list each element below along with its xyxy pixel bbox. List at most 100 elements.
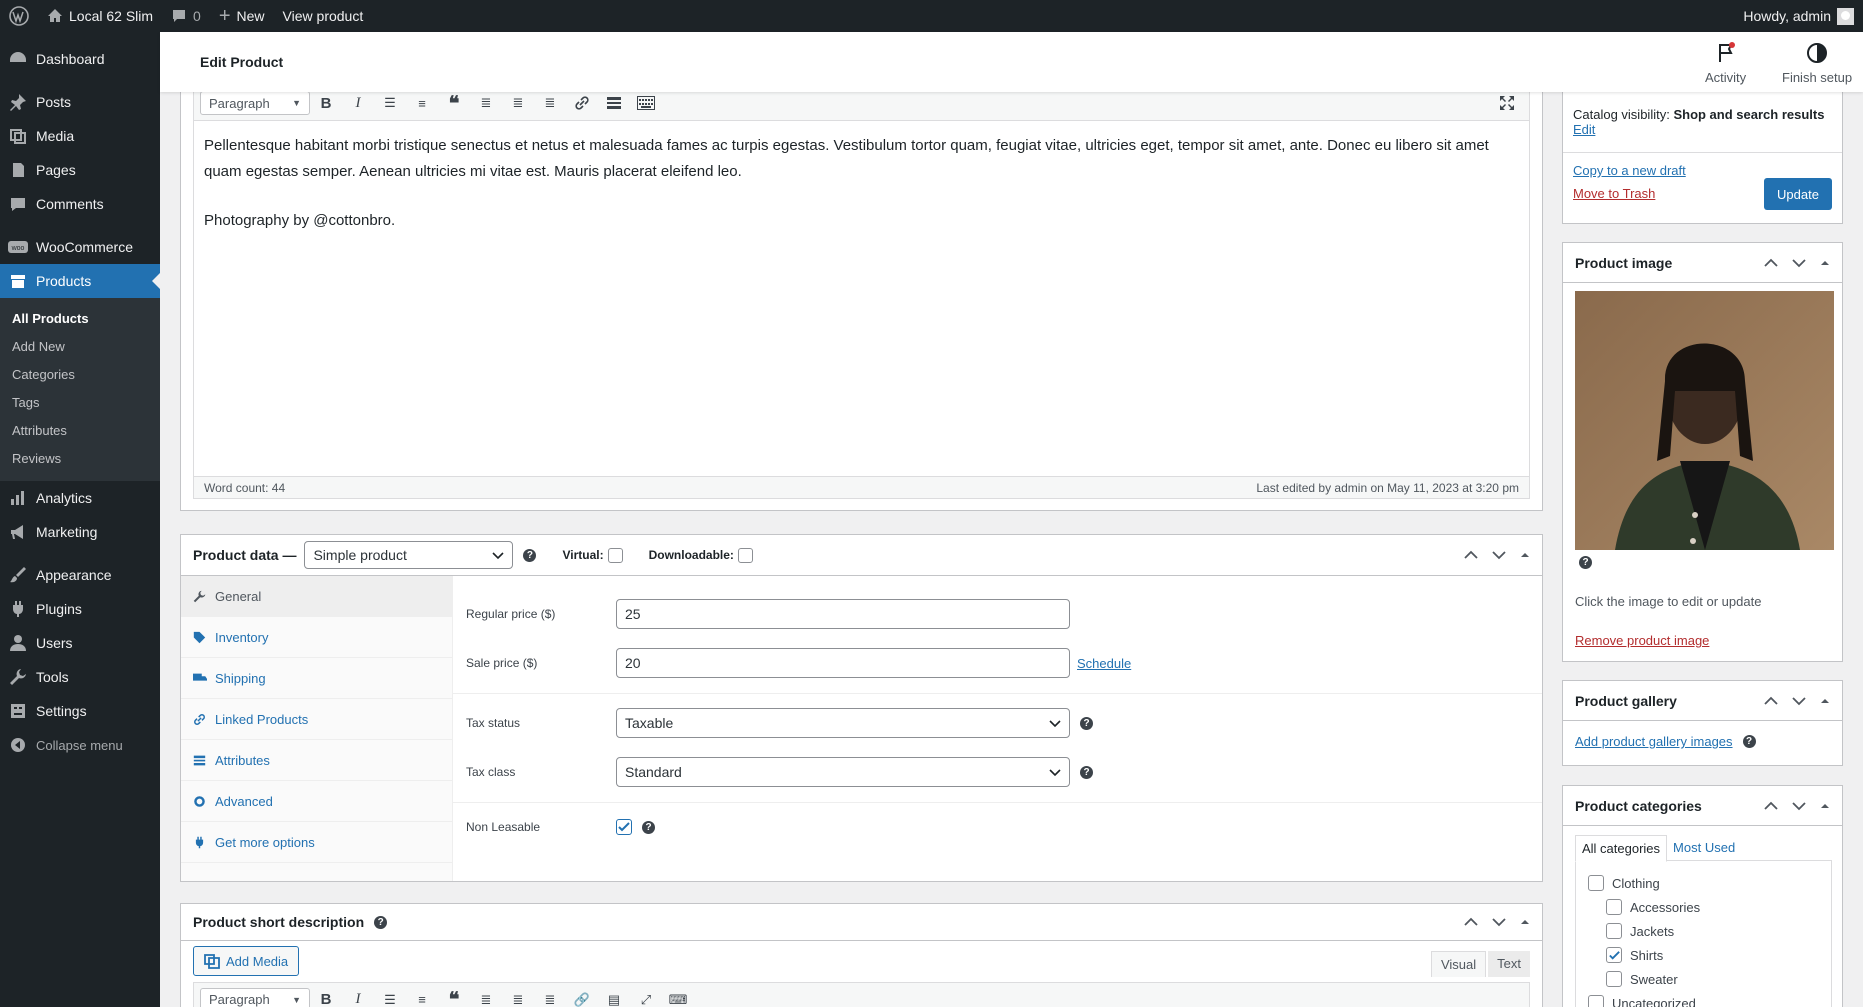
chevron-down-icon[interactable]	[1792, 255, 1806, 271]
schedule-link[interactable]: Schedule	[1077, 656, 1131, 671]
tax-status-select[interactable]: Taxable	[616, 708, 1070, 738]
menu-analytics[interactable]: Analytics	[0, 481, 160, 515]
add-gallery-images-link[interactable]: Add product gallery images	[1575, 734, 1733, 749]
non-leasable-checkbox[interactable]	[616, 819, 632, 835]
downloadable-checkbox[interactable]	[737, 547, 753, 563]
fullscreen-icon[interactable]	[1491, 95, 1523, 111]
tab-advanced[interactable]: Advanced	[181, 781, 452, 822]
triangle-up-icon[interactable]	[1520, 914, 1530, 930]
tab-attributes[interactable]: Attributes	[181, 740, 452, 781]
virtual-checkbox[interactable]	[607, 547, 623, 563]
activity-button[interactable]: Activity	[1705, 41, 1746, 85]
category-item[interactable]: Shirts	[1588, 943, 1821, 967]
category-checkbox[interactable]	[1606, 923, 1622, 939]
italic-icon[interactable]: I	[342, 95, 374, 112]
tab-all-categories[interactable]: All categories	[1575, 835, 1668, 862]
text-tab[interactable]: Text	[1488, 951, 1530, 977]
tab-linked-products[interactable]: Linked Products	[181, 699, 452, 740]
category-item[interactable]: Clothing	[1588, 871, 1821, 895]
chevron-down-icon[interactable]	[1492, 914, 1506, 930]
link-icon[interactable]	[566, 95, 598, 111]
new-content-link[interactable]: + New	[210, 0, 274, 32]
comments-link[interactable]: 0	[162, 0, 210, 32]
category-item[interactable]: Sweater	[1588, 967, 1821, 991]
tax-class-select[interactable]: Standard	[616, 757, 1070, 787]
align-left-icon[interactable]: ≣	[470, 992, 502, 1007]
menu-appearance[interactable]: Appearance	[0, 558, 160, 592]
bullet-list-icon[interactable]: ☰	[374, 992, 406, 1007]
category-checkbox[interactable]	[1588, 995, 1604, 1007]
chevron-down-icon[interactable]	[1492, 547, 1506, 563]
menu-users[interactable]: Users	[0, 626, 160, 660]
product-image[interactable]	[1575, 291, 1834, 550]
read-more-icon[interactable]: ▤	[598, 992, 630, 1007]
blockquote-icon[interactable]: ❝	[438, 91, 470, 116]
menu-tools[interactable]: Tools	[0, 660, 160, 694]
chevron-up-icon[interactable]	[1764, 255, 1778, 271]
align-right-icon[interactable]: ≣	[534, 95, 566, 111]
chevron-down-icon[interactable]	[1792, 693, 1806, 709]
menu-marketing[interactable]: Marketing	[0, 515, 160, 549]
menu-posts[interactable]: Posts	[0, 85, 160, 119]
read-more-icon[interactable]	[598, 96, 630, 110]
blockquote-icon[interactable]: ❝	[438, 987, 470, 1007]
tab-general[interactable]: General	[181, 576, 452, 617]
menu-settings[interactable]: Settings	[0, 694, 160, 728]
move-to-trash-link[interactable]: Move to Trash	[1573, 186, 1686, 201]
toolbar-toggle-icon[interactable]	[630, 96, 662, 110]
my-account-link[interactable]: Howdy, admin	[1734, 0, 1863, 32]
chevron-down-icon[interactable]	[1792, 798, 1806, 814]
menu-comments[interactable]: Comments	[0, 187, 160, 221]
copy-draft-link[interactable]: Copy to a new draft	[1573, 163, 1686, 178]
submenu-all-products[interactable]: All Products	[0, 305, 160, 333]
category-checkbox[interactable]	[1606, 947, 1622, 963]
category-item[interactable]: Uncategorized	[1588, 991, 1821, 1007]
remove-image-link[interactable]: Remove product image	[1575, 633, 1709, 648]
editor-content[interactable]: Pellentesque habitant morbi tristique se…	[194, 121, 1529, 246]
menu-pages[interactable]: Pages	[0, 153, 160, 187]
triangle-up-icon[interactable]	[1520, 547, 1530, 563]
submenu-attributes[interactable]: Attributes	[0, 417, 160, 445]
chevron-up-icon[interactable]	[1464, 914, 1478, 930]
format-select[interactable]: Paragraph ▼	[200, 987, 310, 1007]
help-icon[interactable]: ?	[374, 915, 388, 929]
view-product-link[interactable]: View product	[274, 0, 373, 32]
tab-inventory[interactable]: Inventory	[181, 617, 452, 658]
menu-plugins[interactable]: Plugins	[0, 592, 160, 626]
align-right-icon[interactable]: ≣	[534, 992, 566, 1007]
submenu-categories[interactable]: Categories	[0, 361, 160, 389]
triangle-up-icon[interactable]	[1820, 255, 1830, 271]
chevron-up-icon[interactable]	[1764, 798, 1778, 814]
visual-tab[interactable]: Visual	[1430, 951, 1487, 977]
fullscreen-icon[interactable]: ⤢	[630, 992, 662, 1007]
category-item[interactable]: Jackets	[1588, 919, 1821, 943]
numbered-list-icon[interactable]: ≡	[406, 96, 438, 111]
update-button[interactable]: Update	[1764, 178, 1832, 210]
chevron-up-icon[interactable]	[1464, 547, 1478, 563]
triangle-up-icon[interactable]	[1820, 798, 1830, 814]
toolbar-toggle-icon[interactable]: ⌨	[662, 992, 694, 1007]
submenu-add-new[interactable]: Add New	[0, 333, 160, 361]
chevron-up-icon[interactable]	[1764, 693, 1778, 709]
help-icon[interactable]: ?	[1080, 765, 1093, 779]
tab-get-more-options[interactable]: Get more options	[181, 822, 452, 863]
regular-price-input[interactable]: 25	[616, 599, 1070, 629]
bold-icon[interactable]: B	[310, 95, 342, 112]
sale-price-input[interactable]: 20	[616, 648, 1070, 678]
numbered-list-icon[interactable]: ≡	[406, 992, 438, 1007]
tab-shipping[interactable]: Shipping	[181, 658, 452, 699]
edit-visibility-link[interactable]: Edit	[1573, 122, 1595, 137]
help-icon[interactable]: ?	[1742, 735, 1756, 748]
align-center-icon[interactable]: ≣	[502, 95, 534, 111]
align-left-icon[interactable]: ≣	[470, 95, 502, 111]
menu-dashboard[interactable]: Dashboard	[0, 42, 160, 76]
wordpress-logo-icon[interactable]	[0, 0, 38, 32]
menu-collapse[interactable]: Collapse menu	[0, 728, 160, 762]
triangle-up-icon[interactable]	[1820, 693, 1830, 709]
bold-icon[interactable]: B	[310, 991, 342, 1007]
help-icon[interactable]: ?	[523, 548, 537, 562]
add-media-button[interactable]: Add Media	[193, 946, 300, 976]
italic-icon[interactable]: I	[342, 991, 374, 1007]
submenu-tags[interactable]: Tags	[0, 389, 160, 417]
site-name-link[interactable]: Local 62 Slim	[38, 0, 162, 32]
